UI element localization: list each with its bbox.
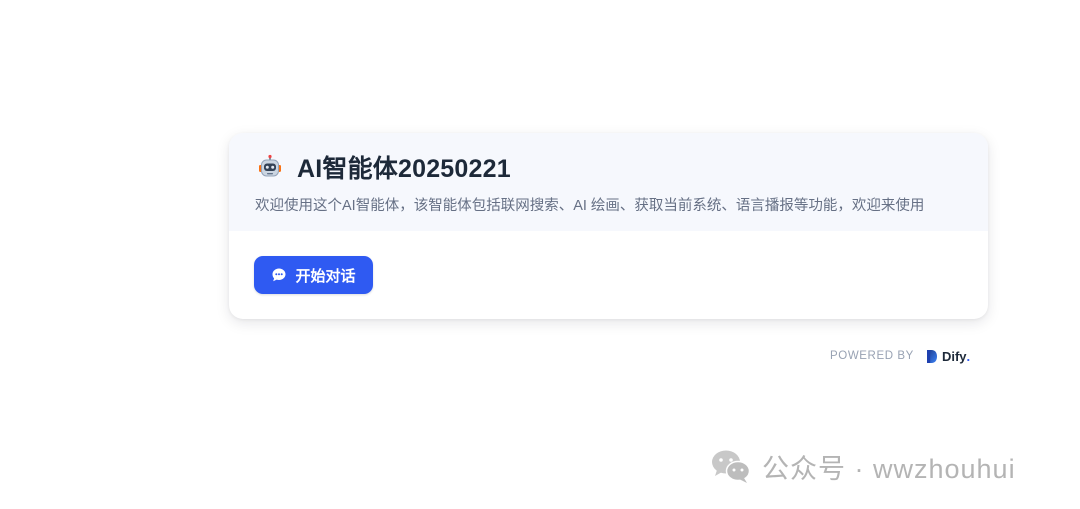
page: AI智能体20250221 欢迎使用这个AI智能体，该智能体包括联网搜索、AI … [0, 0, 1080, 509]
chat-bubble-icon [272, 268, 286, 282]
start-chat-label: 开始对话 [295, 267, 356, 285]
powered-by: POWERED BY Dify . [830, 347, 970, 365]
start-chat-button[interactable]: 开始对话 [254, 256, 373, 294]
dify-mark-icon [926, 349, 937, 363]
title-row: AI智能体20250221 [257, 151, 511, 183]
dify-brand-dot: . [966, 348, 971, 364]
wechat-icon [712, 450, 751, 483]
dify-brand: Dify [941, 348, 967, 364]
watermark: 公众号 · wwzhouhui [710, 446, 1016, 486]
dify-logo[interactable]: Dify . [926, 349, 970, 364]
watermark-text: 公众号 · wwzhouhui [762, 453, 1016, 484]
app-description: 欢迎使用这个AI智能体，该智能体包括联网搜索、AI 绘画、获取当前系统、语言播报… [255, 198, 925, 214]
powered-by-label: POWERED BY [830, 350, 914, 362]
app-card: AI智能体20250221 欢迎使用这个AI智能体，该智能体包括联网搜索、AI … [229, 133, 988, 319]
app-card-body: 开始对话 [229, 231, 988, 319]
robot-icon [259, 154, 281, 177]
app-card-header: AI智能体20250221 欢迎使用这个AI智能体，该智能体包括联网搜索、AI … [229, 133, 988, 231]
app-title: AI智能体20250221 [297, 155, 511, 183]
